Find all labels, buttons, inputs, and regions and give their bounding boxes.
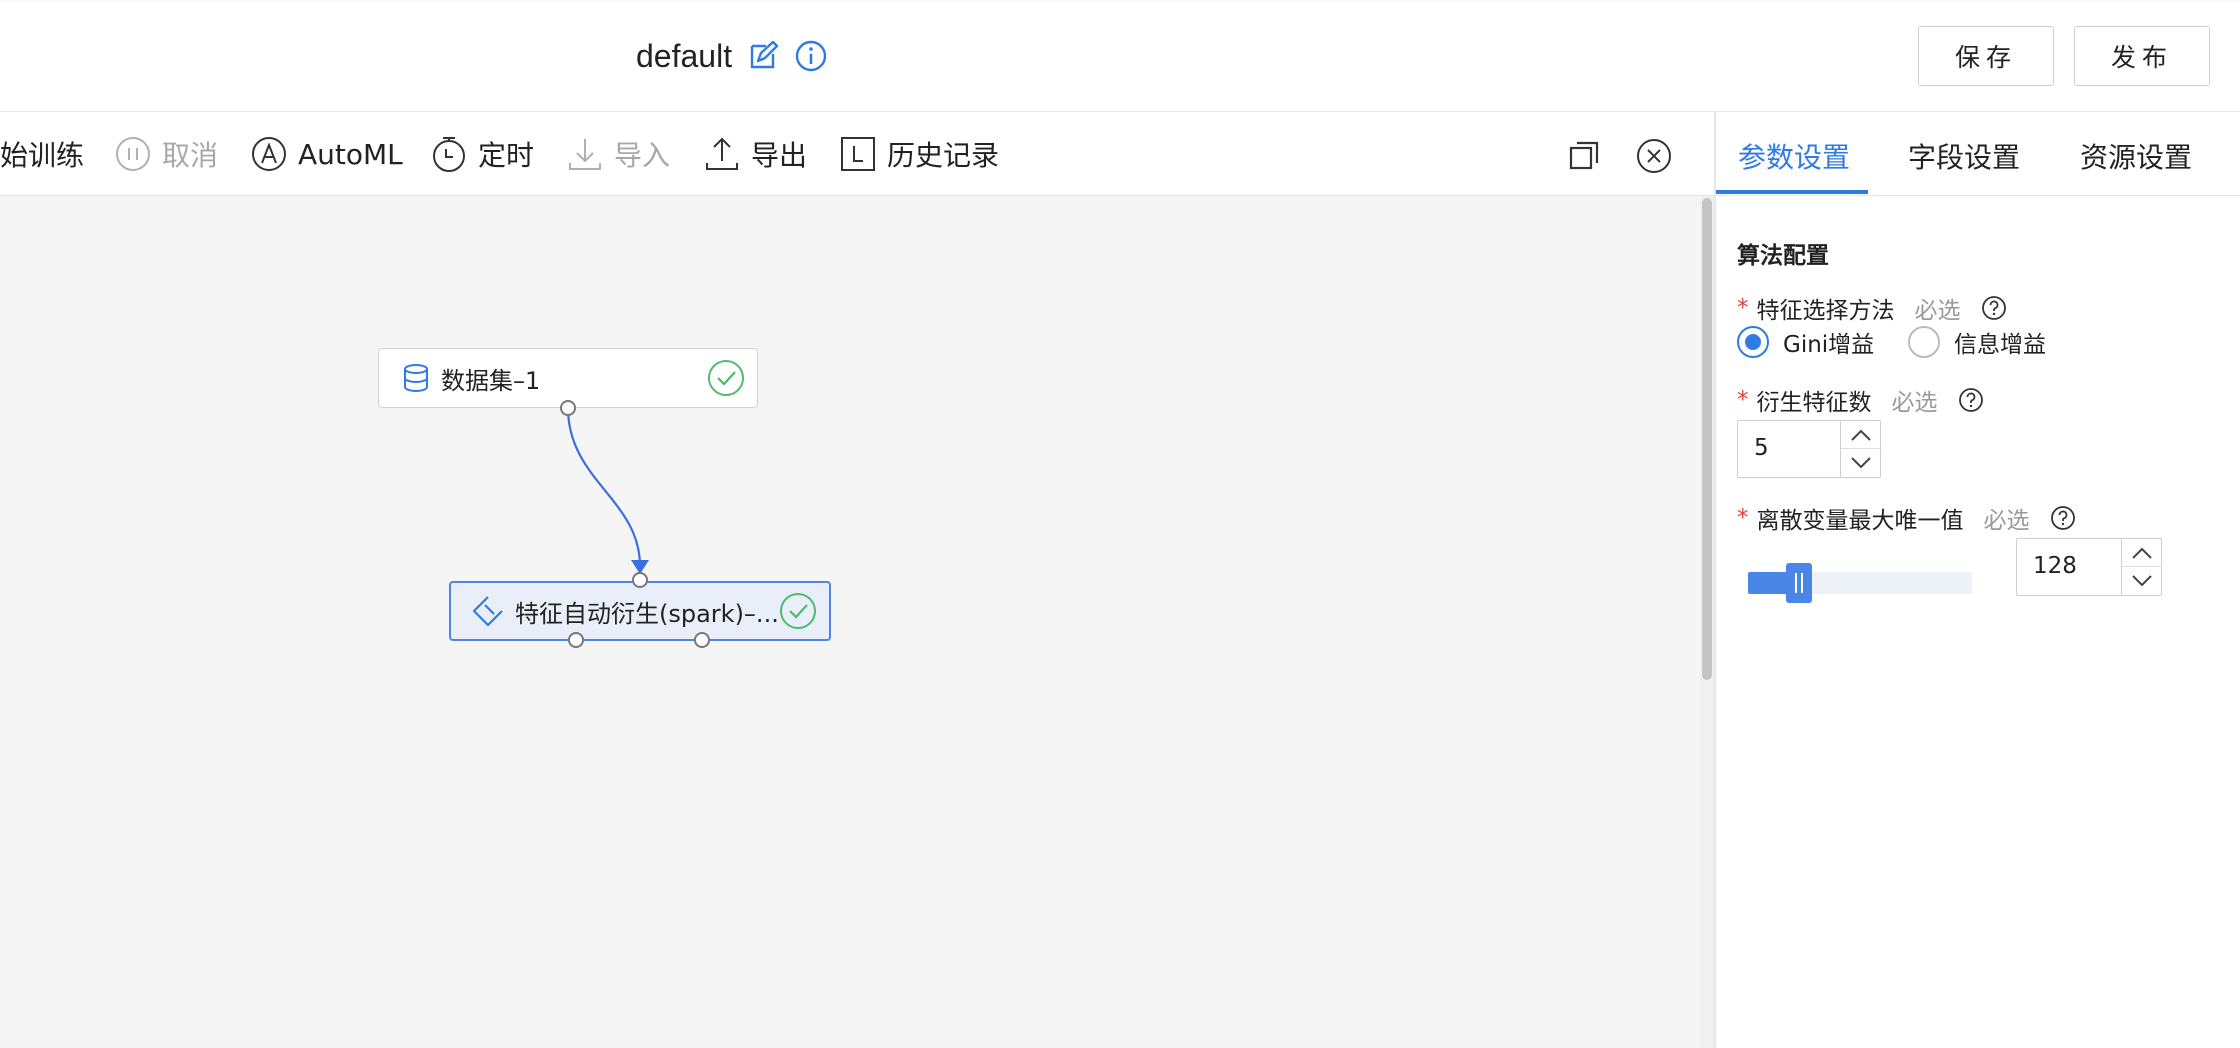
required-hint: 必选 xyxy=(1891,390,1938,416)
required-mark: * xyxy=(1737,505,1749,531)
dataset-node[interactable]: 数据集–1 xyxy=(378,348,758,408)
edge-connector xyxy=(566,407,642,567)
help-icon[interactable] xyxy=(1958,387,1984,413)
derived-count-label-row: * 衍生特征数 必选 xyxy=(1737,384,1984,416)
chevron-down-icon[interactable] xyxy=(2122,567,2162,595)
radio-info-gain[interactable]: 信息增益 xyxy=(1908,324,2046,360)
tab-field-settings[interactable]: 字段设置 xyxy=(1908,136,2020,176)
section-title: 算法配置 xyxy=(1737,243,1829,269)
required-hint: 必选 xyxy=(1983,508,2030,534)
dataset-node-label: 数据集–1 xyxy=(441,366,541,395)
feature-node-label: 特征自动衍生(spark)–... xyxy=(515,599,779,628)
max-unique-label: 离散变量最大唯一值 xyxy=(1756,508,1964,534)
feature-method-label-row: * 特征选择方法 必选 xyxy=(1737,292,2007,324)
max-unique-stepper[interactable]: 128 xyxy=(2016,538,2162,596)
edge-layer xyxy=(566,407,649,574)
help-icon[interactable] xyxy=(1981,295,2007,321)
required-hint: 必选 xyxy=(1914,298,1961,324)
chevron-up-icon[interactable] xyxy=(2122,539,2162,567)
panel-divider xyxy=(1714,112,1716,1048)
feature-output-port-1[interactable] xyxy=(568,632,584,648)
canvas-scrollbar-thumb[interactable] xyxy=(1702,198,1712,680)
tab-parameter-settings[interactable]: 参数设置 xyxy=(1738,136,1850,176)
publish-button[interactable]: 发布 xyxy=(2074,26,2210,86)
success-check-icon xyxy=(779,592,817,630)
panel-tabs: 参数设置 字段设置 资源设置 xyxy=(1716,112,2240,196)
dataset-output-port[interactable] xyxy=(560,400,576,416)
max-unique-value[interactable]: 128 xyxy=(2033,553,2077,579)
feature-icon xyxy=(471,594,505,628)
feature-input-port[interactable] xyxy=(632,572,648,588)
required-mark: * xyxy=(1737,295,1749,321)
derived-count-stepper[interactable]: 5 xyxy=(1737,420,1881,478)
max-unique-slider-handle[interactable] xyxy=(1786,563,1812,603)
database-icon xyxy=(399,361,433,395)
feature-output-port-2[interactable] xyxy=(694,632,710,648)
radio-gini-indicator[interactable] xyxy=(1737,326,1769,358)
radio-info-gain-indicator[interactable] xyxy=(1908,326,1940,358)
chevron-up-icon[interactable] xyxy=(1841,421,1881,449)
required-mark: * xyxy=(1737,387,1749,413)
max-unique-label-row: * 离散变量最大唯一值 必选 xyxy=(1737,502,2076,534)
active-tab-indicator xyxy=(1716,190,1868,194)
derived-count-value[interactable]: 5 xyxy=(1754,435,1769,461)
chevron-down-icon[interactable] xyxy=(1841,449,1881,477)
success-check-icon xyxy=(707,359,745,397)
stepper-arrows xyxy=(2121,539,2162,595)
help-icon[interactable] xyxy=(2050,505,2076,531)
radio-gini[interactable]: Gini增益 xyxy=(1737,324,1874,360)
save-button[interactable]: 保存 xyxy=(1918,26,2054,86)
stepper-arrows xyxy=(1840,421,1881,477)
feature-method-label: 特征选择方法 xyxy=(1756,298,1895,324)
radio-info-gain-label: 信息增益 xyxy=(1954,332,2046,358)
radio-gini-label: Gini增益 xyxy=(1783,332,1875,358)
feature-derivation-node[interactable]: 特征自动衍生(spark)–... xyxy=(449,581,831,641)
derived-count-label: 衍生特征数 xyxy=(1756,390,1872,416)
tab-resource-settings[interactable]: 资源设置 xyxy=(2080,136,2192,176)
